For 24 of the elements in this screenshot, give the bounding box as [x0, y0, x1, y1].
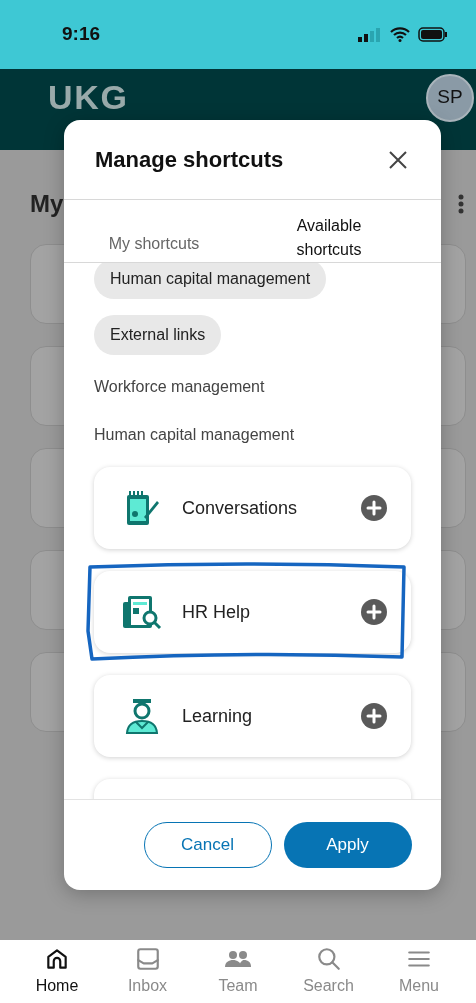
- shortcut-label: Learning: [182, 704, 254, 728]
- apply-button[interactable]: Apply: [283, 822, 412, 868]
- shortcut-label: HR Help: [182, 600, 252, 624]
- nav-tab[interactable]: Home: [22, 940, 92, 1003]
- nav-tab[interactable]: Menu: [384, 940, 454, 1003]
- cancel-button[interactable]: Cancel: [143, 822, 272, 868]
- shortcut-card[interactable]: Learning: [94, 675, 411, 757]
- shortcut-card[interactable]: HR Help: [94, 571, 411, 653]
- section-heading: Workforce management: [94, 378, 265, 395]
- tab[interactable]: Available shortcuts: [274, 214, 384, 262]
- dialog-title: Manage shortcuts: [95, 146, 284, 174]
- nav-tab[interactable]: Team: [203, 940, 273, 1003]
- tab[interactable]: My shortcuts: [84, 232, 224, 262]
- nav-tab[interactable]: Search: [293, 940, 364, 1003]
- status-time: 9:16: [62, 22, 101, 47]
- category-chip[interactable]: Human capital management: [94, 263, 327, 299]
- avatar[interactable]: SP: [426, 73, 474, 122]
- category-chip[interactable]: External links: [94, 315, 222, 355]
- shortcut-card[interactable]: Conversations: [94, 467, 411, 549]
- app-logo: UKG: [48, 77, 129, 118]
- page-title: My: [30, 189, 64, 219]
- nav-tab[interactable]: Inbox: [112, 940, 183, 1003]
- section-heading: Human capital management: [94, 426, 295, 443]
- shortcut-label: Conversations: [182, 496, 299, 520]
